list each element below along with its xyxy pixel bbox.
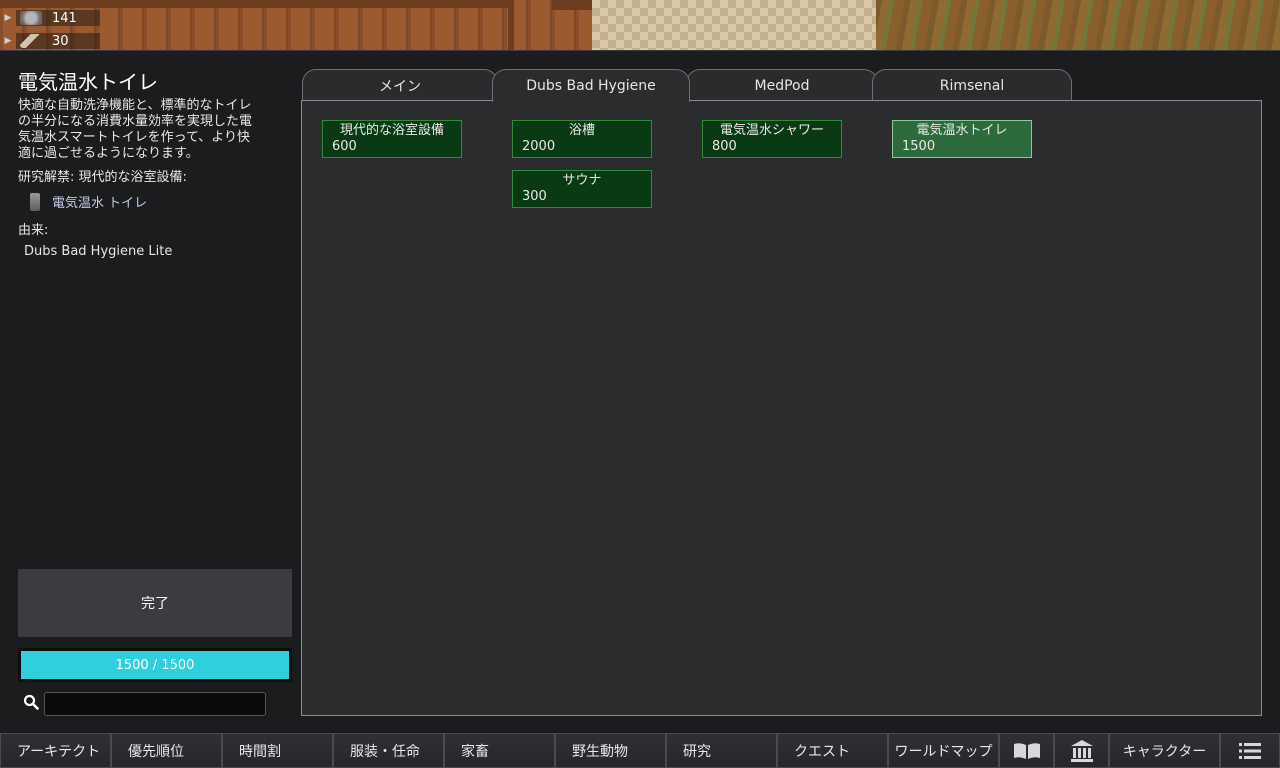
main-tab-label: 優先順位: [128, 743, 184, 760]
node-cost: 1500: [902, 139, 936, 154]
main-tab-schedule[interactable]: 時間割: [222, 733, 333, 768]
resource-counter: 141: [16, 10, 100, 26]
research-node-sauna[interactable]: サウナ 300: [512, 170, 652, 208]
node-label: サウナ: [562, 173, 602, 188]
resource-counter: 30: [16, 33, 100, 49]
unlocks-label: 研究解禁: 現代的な浴室設備:: [18, 170, 187, 185]
source-label: 由来:: [18, 223, 49, 238]
node-label: 電気温水シャワー: [719, 123, 824, 138]
tiled-floor: [592, 0, 876, 50]
tab-dubs-bad-hygiene[interactable]: Dubs Bad Hygiene: [492, 69, 690, 102]
project-description: 快適な自動洗浄機能と、標準的なトイレ の半分になる消費水量効率を実現した電 気温…: [18, 98, 253, 161]
main-tab-menu[interactable]: [1220, 733, 1280, 768]
wall-segment: [508, 0, 514, 50]
main-tab-animals[interactable]: 家畜: [444, 733, 555, 768]
main-tab-label: キャラクター: [1122, 743, 1207, 760]
wood-plank-icon: [20, 34, 42, 48]
source-mod-name: Dubs Bad Hygiene Lite: [24, 244, 173, 259]
tab-rimsenal[interactable]: Rimsenal: [872, 69, 1072, 101]
main-tab-label: 野生動物: [572, 743, 628, 760]
tab-main[interactable]: メイン: [302, 69, 498, 101]
tab-label: Rimsenal: [939, 77, 1005, 94]
main-tab-research[interactable]: 研究: [666, 733, 777, 768]
menu-list-icon: [1239, 742, 1261, 759]
expand-arrow-icon[interactable]: ▶: [0, 13, 16, 23]
node-label: 現代的な浴室設備: [339, 123, 444, 138]
main-tab-wildlife[interactable]: 野生動物: [555, 733, 666, 768]
main-tab-label: クエスト: [794, 743, 850, 760]
resource-wood-row[interactable]: ▶ 30: [0, 32, 100, 50]
node-label: 電気温水トイレ: [916, 123, 1008, 138]
main-tab-label: 時間割: [239, 743, 281, 760]
book-icon: [1013, 742, 1040, 759]
research-node-electric-toilet[interactable]: 電気温水トイレ 1500: [892, 120, 1032, 158]
main-tab-architect[interactable]: アーキテクト: [0, 733, 111, 768]
node-cost: 600: [332, 139, 357, 154]
main-tab-book[interactable]: [999, 733, 1054, 768]
research-node-modern-bathroom[interactable]: 現代的な浴室設備 600: [322, 120, 462, 158]
search-icon: [23, 694, 39, 710]
node-label: 浴槽: [568, 123, 595, 138]
research-tree-area[interactable]: 現代的な浴室設備 600 浴槽 2000 サウナ 300 電気温水シャワー 80…: [301, 100, 1262, 716]
unlock-item-name: 電気温水 トイレ: [52, 196, 148, 211]
wall-segment: [0, 0, 510, 8]
main-tab-world-map[interactable]: ワールドマップ: [888, 733, 999, 768]
tab-medpod[interactable]: MedPod: [686, 69, 878, 101]
main-tab-bar: アーキテクト 優先順位 時間割 服装・任命 家畜 野生動物 研究 クエスト ワー…: [0, 733, 1280, 768]
progress-text: 1500 / 1500: [115, 657, 195, 673]
main-tab-quests[interactable]: クエスト: [777, 733, 888, 768]
research-node-electric-shower[interactable]: 電気温水シャワー 800: [702, 120, 842, 158]
search-input[interactable]: [44, 692, 266, 716]
main-tab-characters[interactable]: キャラクター: [1109, 733, 1220, 768]
main-tab-assign[interactable]: 服装・任命: [333, 733, 444, 768]
project-title: 電気温水トイレ: [18, 70, 158, 94]
unlock-item[interactable]: 電気温水 トイレ: [18, 192, 292, 211]
research-window: 電気温水トイレ 快適な自動洗浄機能と、標準的なトイレ の半分になる消費水量効率を…: [0, 50, 1280, 733]
history-building-icon: [1070, 739, 1093, 762]
expand-arrow-icon[interactable]: ▶: [0, 36, 16, 46]
main-tab-label: 家畜: [461, 743, 489, 760]
grass-terrain: [876, 0, 1280, 50]
research-status-button[interactable]: 完了: [18, 569, 292, 637]
resource-count: 141: [52, 10, 77, 26]
main-tab-label: 研究: [683, 743, 711, 760]
tab-label: Dubs Bad Hygiene: [526, 78, 656, 94]
tab-label: メイン: [379, 78, 421, 95]
main-tab-history[interactable]: [1054, 733, 1109, 768]
node-cost: 800: [712, 139, 737, 154]
main-tab-work[interactable]: 優先順位: [111, 733, 222, 768]
main-tab-label: 服装・任命: [350, 743, 420, 760]
node-cost: 300: [522, 189, 547, 204]
main-tab-label: ワールドマップ: [894, 743, 993, 760]
game-world-view: ▶ 141 ▶ 30: [0, 0, 1280, 50]
project-info-panel: 電気温水トイレ 快適な自動洗浄機能と、標準的なトイレ の半分になる消費水量効率を…: [18, 68, 292, 259]
research-status-label: 完了: [141, 596, 169, 612]
stone-chunk-icon: [20, 11, 42, 25]
resource-count: 30: [52, 33, 69, 49]
research-node-bathtub[interactable]: 浴槽 2000: [512, 120, 652, 158]
research-progress-bar: 1500 / 1500: [18, 648, 292, 682]
node-cost: 2000: [522, 139, 556, 154]
resource-stone-row[interactable]: ▶ 141: [0, 9, 100, 27]
tab-label: MedPod: [754, 77, 810, 94]
main-tab-label: アーキテクト: [17, 743, 101, 760]
toilet-icon: [30, 192, 40, 211]
